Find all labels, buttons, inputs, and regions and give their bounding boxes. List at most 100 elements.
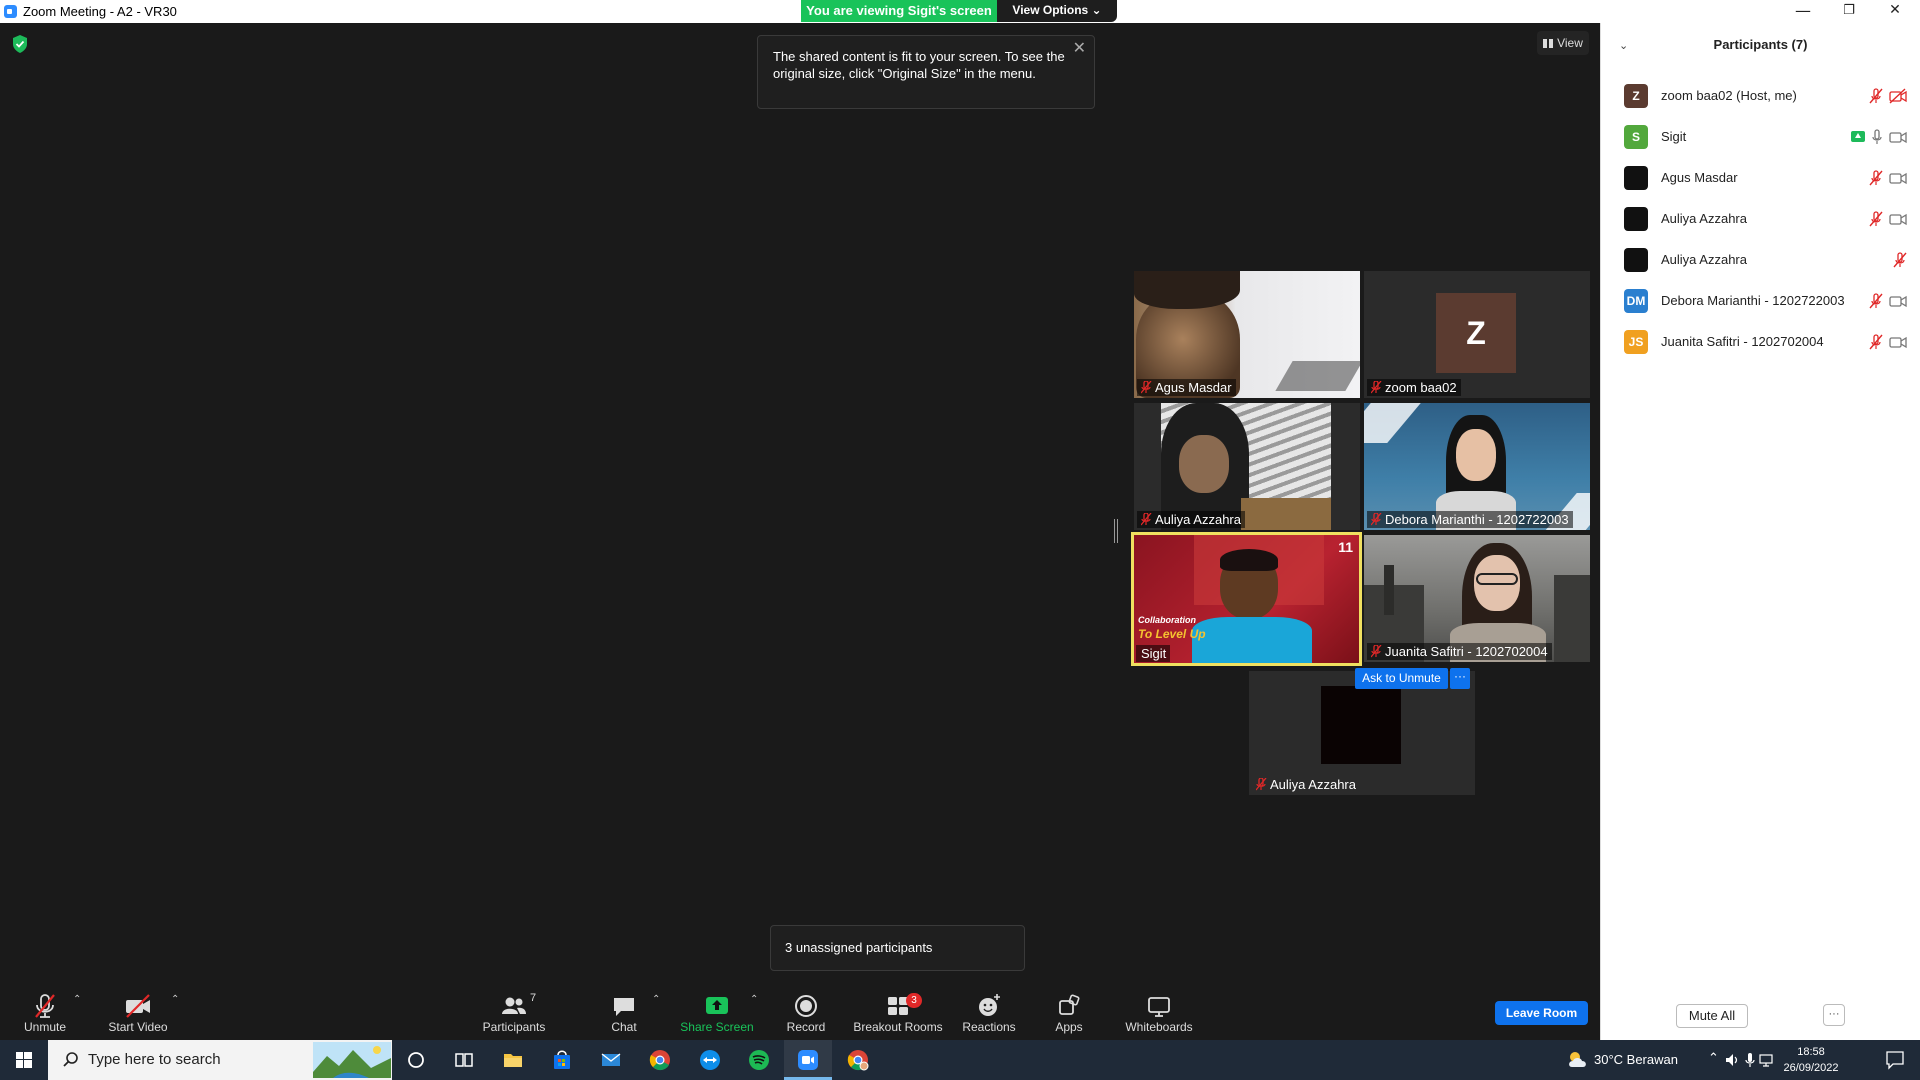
tray-overflow-chevron-icon[interactable]: ⌃: [1708, 1050, 1719, 1066]
chat-icon: [614, 998, 634, 1016]
shield-icon[interactable]: [12, 35, 28, 53]
taskbar-clock[interactable]: 18:58 26/09/2022: [1773, 1044, 1849, 1076]
taskbar-file-explorer[interactable]: [489, 1040, 537, 1080]
taskbar-spotify[interactable]: [735, 1040, 783, 1080]
participant-row[interactable]: Agus Masdar: [1601, 157, 1920, 198]
muted-mic-icon[interactable]: [1869, 88, 1883, 104]
grid-icon: [1543, 39, 1554, 48]
audio-options-caret[interactable]: ⌃: [73, 994, 81, 1005]
tooltip-close-icon[interactable]: ✕: [1073, 40, 1086, 57]
view-options-button[interactable]: View Options ⌄: [997, 0, 1117, 22]
clock-date: 26/09/2022: [1783, 1062, 1839, 1074]
start-button[interactable]: [0, 1040, 48, 1080]
share-screen-button[interactable]: Share Screen: [680, 980, 754, 1040]
taskbar-mail[interactable]: [587, 1040, 635, 1080]
participant-name: Juanita Safitri - 1202702004: [1661, 334, 1824, 349]
taskbar-search-box[interactable]: Type here to search: [48, 1040, 392, 1080]
participant-row[interactable]: Auliya Azzahra: [1601, 239, 1920, 280]
video-tile-active-speaker[interactable]: Collaboration To Level Up 11 Sigit: [1131, 532, 1362, 666]
folder-icon: [504, 1054, 522, 1067]
participants-icon: [502, 997, 526, 1014]
video-icon[interactable]: [1889, 293, 1907, 309]
video-tile[interactable]: Auliya Azzahra: [1249, 671, 1475, 795]
notification-icon: [1886, 1051, 1904, 1070]
start-video-button[interactable]: Start Video: [104, 980, 172, 1040]
mic-icon[interactable]: [1871, 129, 1883, 145]
video-tile[interactable]: Juanita Safitri - 1202702004: [1364, 535, 1590, 662]
task-view-icon: [455, 1053, 473, 1067]
muted-mic-icon[interactable]: [1869, 293, 1883, 309]
video-tile[interactable]: Auliya Azzahra: [1134, 403, 1360, 530]
video-icon[interactable]: [1889, 334, 1907, 350]
participant-name: zoom baa02 (Host, me): [1661, 88, 1797, 103]
participant-name: Sigit: [1661, 129, 1687, 144]
weather-text: 30°C Berawan: [1594, 1052, 1678, 1067]
notification-center-button[interactable]: [1870, 1040, 1920, 1080]
ask-to-unmute-button[interactable]: Ask to Unmute: [1355, 668, 1448, 689]
breakout-rooms-button[interactable]: 3 Breakout Rooms: [852, 980, 944, 1040]
muted-mic-icon[interactable]: [1869, 170, 1883, 186]
taskbar-chrome-profile[interactable]: [834, 1040, 882, 1080]
view-layout-button[interactable]: View: [1537, 31, 1589, 55]
video-tile[interactable]: Z zoom baa02: [1364, 271, 1590, 398]
muted-mic-icon[interactable]: [1869, 334, 1883, 350]
mute-all-button[interactable]: Mute All: [1676, 1004, 1748, 1028]
participant-name: Auliya Azzahra: [1661, 252, 1747, 267]
unassigned-participants-notice[interactable]: 3 unassigned participants: [770, 925, 1025, 971]
muted-mic-icon[interactable]: [1893, 252, 1907, 268]
unmute-button[interactable]: Unmute: [14, 980, 76, 1040]
video-icon[interactable]: [1889, 170, 1907, 186]
video-off-icon[interactable]: [1889, 88, 1907, 104]
zoom-app-icon: [4, 5, 17, 18]
restore-button[interactable]: ❐: [1826, 0, 1872, 23]
whiteboards-button[interactable]: Whiteboards: [1122, 980, 1196, 1040]
fit-to-screen-tooltip: The shared content is fit to your screen…: [757, 35, 1095, 109]
participant-name: Debora Marianthi - 1202722003: [1661, 293, 1845, 308]
participant-name-label: Juanita Safitri - 1202702004: [1367, 643, 1552, 660]
taskbar-zoom[interactable]: [784, 1040, 832, 1080]
taskbar-store[interactable]: [538, 1040, 586, 1080]
video-options-caret[interactable]: ⌃: [171, 994, 179, 1005]
panel-more-button[interactable]: ···: [1823, 1004, 1845, 1026]
reactions-button[interactable]: Reactions: [960, 980, 1018, 1040]
leave-room-button[interactable]: Leave Room: [1495, 1001, 1588, 1025]
apps-button[interactable]: Apps: [1046, 980, 1092, 1040]
muted-mic-icon[interactable]: [1869, 211, 1883, 227]
muted-mic-icon: [1141, 513, 1152, 526]
participant-row[interactable]: Auliya Azzahra: [1601, 198, 1920, 239]
participant-row[interactable]: Zzoom baa02 (Host, me): [1601, 75, 1920, 116]
search-placeholder: Type here to search: [88, 1051, 221, 1068]
apps-icon: [1059, 994, 1080, 1015]
minimize-button[interactable]: —: [1780, 0, 1826, 23]
taskbar-teamviewer[interactable]: [686, 1040, 734, 1080]
participant-name-label: Auliya Azzahra: [1137, 511, 1245, 528]
close-window-button[interactable]: ✕: [1872, 0, 1918, 23]
participant-row[interactable]: DM Debora Marianthi - 1202722003: [1601, 280, 1920, 321]
participant-row[interactable]: S Sigit: [1601, 116, 1920, 157]
taskbar-chrome[interactable]: [636, 1040, 684, 1080]
chat-button[interactable]: Chat: [604, 980, 644, 1040]
record-button[interactable]: Record: [780, 980, 832, 1040]
chrome-profile-icon: [847, 1050, 869, 1071]
zoom-icon: [798, 1050, 818, 1070]
cortana-button[interactable]: [392, 1040, 440, 1080]
participant-video: [1321, 686, 1401, 764]
microphone-icon[interactable]: [1744, 1052, 1756, 1068]
video-icon[interactable]: [1889, 129, 1907, 145]
participant-avatar: [1624, 166, 1648, 190]
split-view-drag-handle[interactable]: [1114, 519, 1118, 543]
tile-more-options-button[interactable]: ···: [1450, 668, 1470, 689]
task-view-button[interactable]: [440, 1040, 488, 1080]
windows-taskbar: Type here to search 30°C Berawan ⌃ 18:58…: [0, 1040, 1920, 1080]
share-screen-icon: [706, 997, 728, 1014]
participant-row[interactable]: JS Juanita Safitri - 1202702004: [1601, 321, 1920, 362]
participant-avatar: Z: [1436, 293, 1516, 373]
video-tile[interactable]: Debora Marianthi - 1202722003: [1364, 403, 1590, 530]
participants-button[interactable]: 7 Participants: [478, 980, 550, 1040]
network-icon[interactable]: [1758, 1052, 1774, 1068]
video-icon[interactable]: [1889, 211, 1907, 227]
share-options-caret[interactable]: ⌃: [750, 994, 758, 1005]
video-tile[interactable]: Agus Masdar: [1134, 271, 1360, 398]
chat-options-caret[interactable]: ⌃: [652, 994, 660, 1005]
volume-icon[interactable]: [1724, 1052, 1740, 1068]
